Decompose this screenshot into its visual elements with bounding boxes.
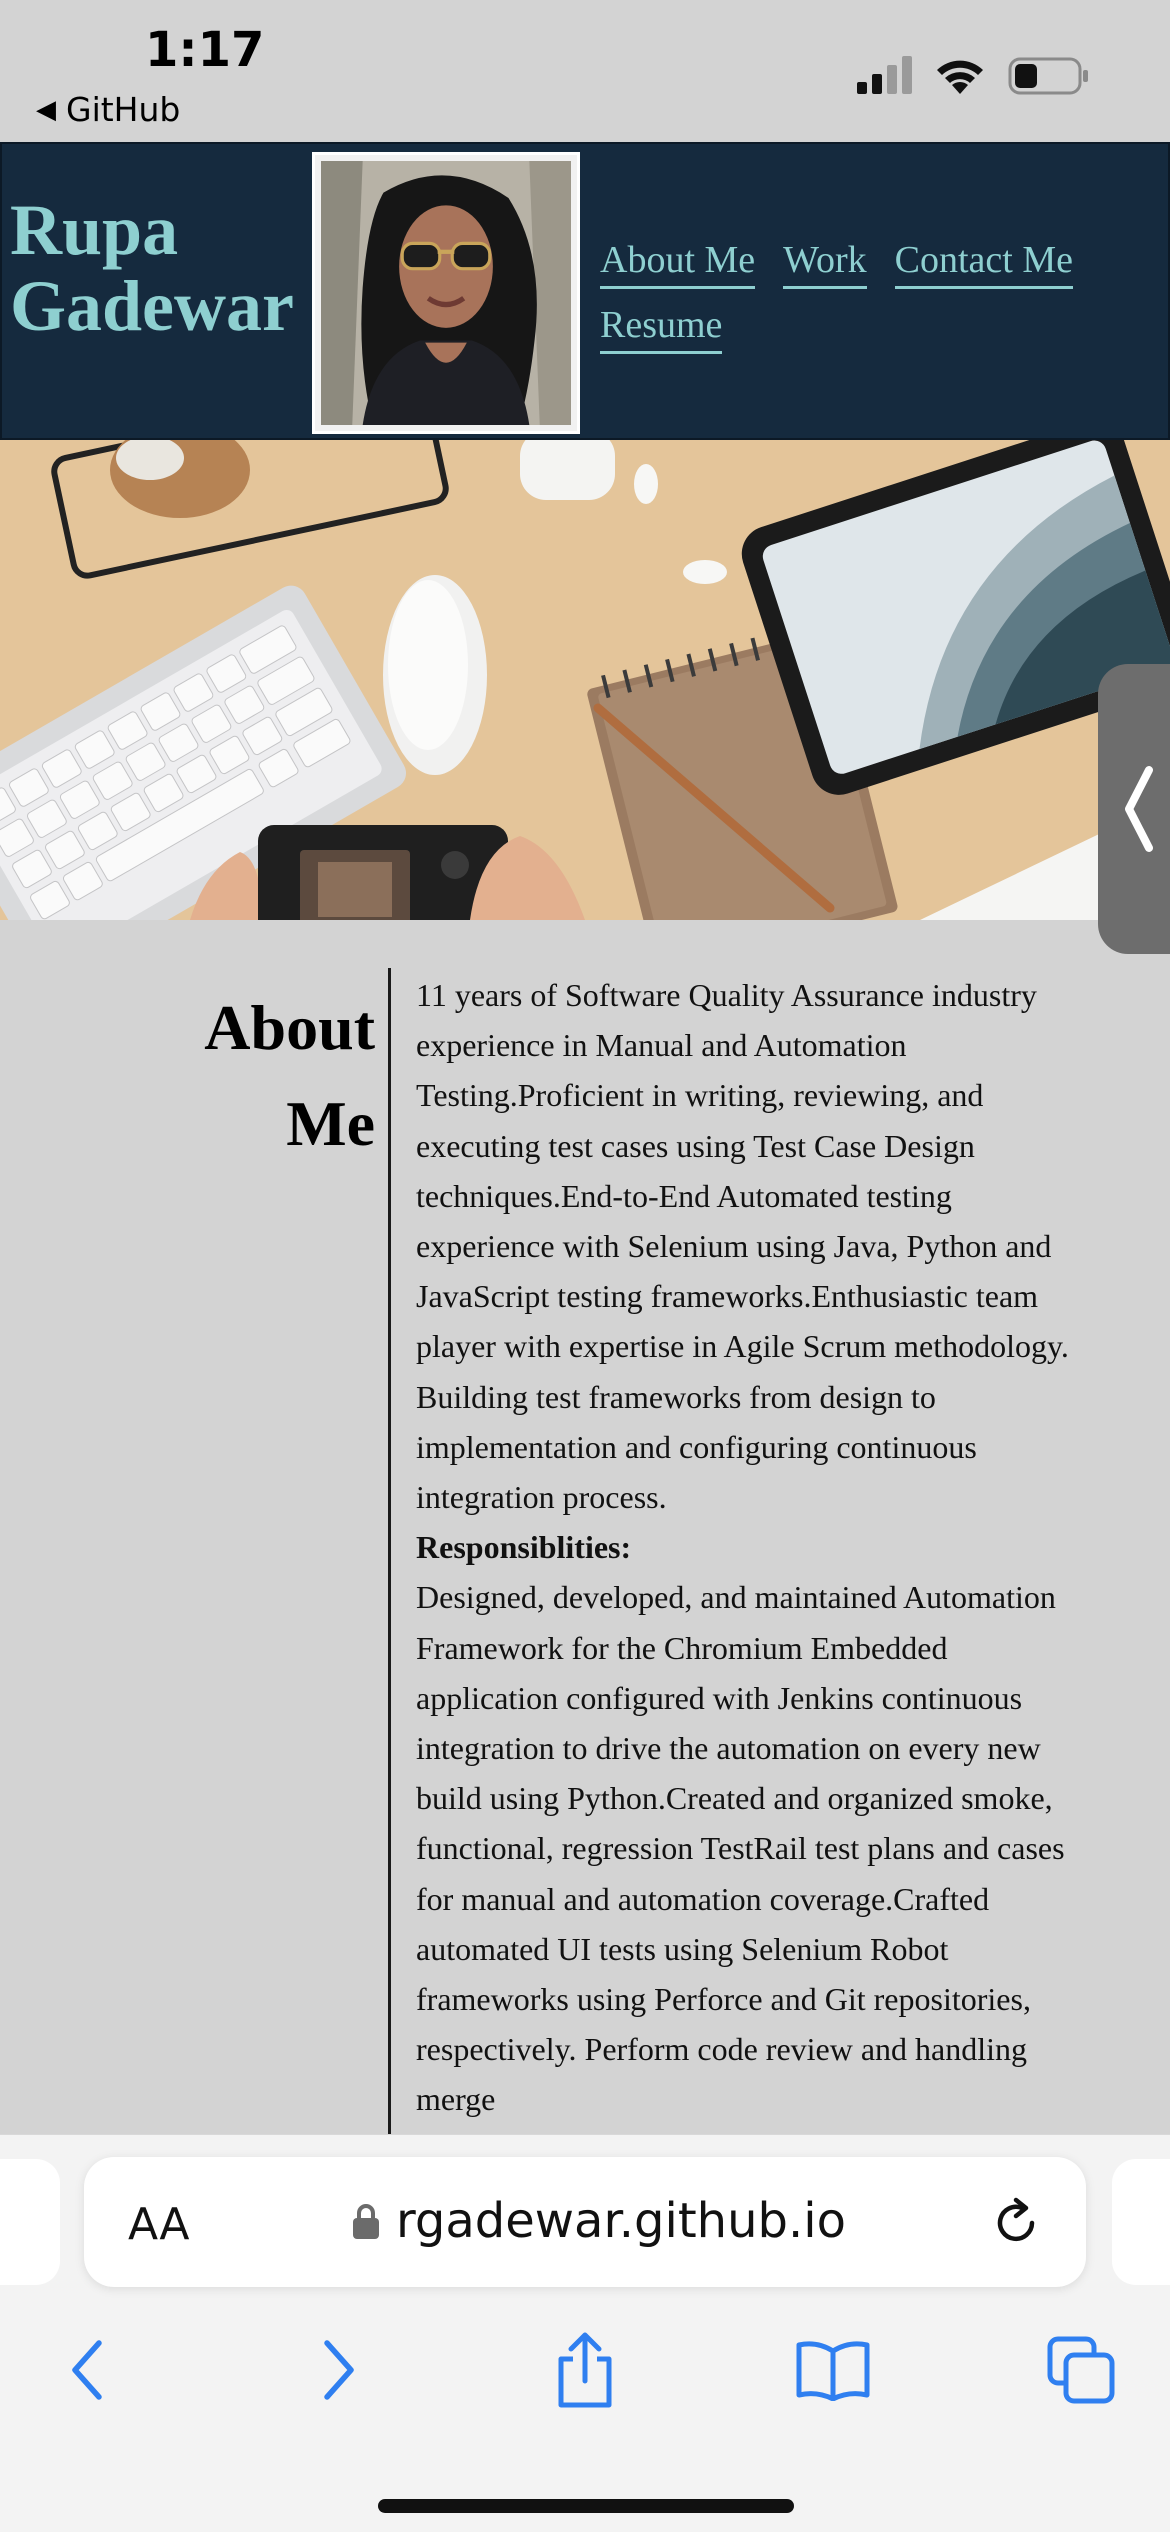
profile-photo: [312, 152, 580, 434]
back-app-label: GitHub: [66, 90, 181, 129]
back-arrow-icon: [72, 2340, 102, 2400]
nav-about-me[interactable]: About Me: [600, 236, 756, 289]
browser-toolbar: AA rgadewar.github.io: [0, 2134, 1170, 2532]
about-body: 11 years of Software Quality Assurance i…: [416, 970, 1084, 2125]
lock-icon: [353, 2204, 379, 2239]
site-title-last: Gadewar: [10, 266, 294, 346]
responsibilities-title: Responsiblities:: [416, 1529, 632, 1566]
back-to-app-link[interactable]: ◀ GitHub: [36, 90, 180, 129]
status-time: 1:17: [145, 22, 265, 78]
tabs-button[interactable]: [1036, 2315, 1126, 2425]
share-icon: [558, 2332, 612, 2408]
back-button[interactable]: [42, 2315, 132, 2425]
browser-nav-row: [0, 2315, 1170, 2425]
home-indicator: [378, 2499, 794, 2513]
back-triangle-icon: ◀: [36, 94, 56, 125]
nav-contact-me[interactable]: Contact Me: [894, 236, 1073, 289]
forward-button[interactable]: [294, 2315, 384, 2425]
hero-image: [0, 440, 1170, 920]
about-heading-line2: Me: [286, 1088, 375, 1159]
url-display[interactable]: rgadewar.github.io: [352, 2193, 846, 2249]
site-nav: About Me Work Contact Me Resume: [600, 236, 1120, 354]
battery-icon: [1008, 57, 1088, 95]
side-panel-toggle[interactable]: [1098, 664, 1170, 954]
tabs-icon: [1047, 2336, 1115, 2404]
status-bar: 1:17 ◀ GitHub: [0, 0, 1170, 142]
forward-arrow-icon: [324, 2340, 354, 2400]
cellular-signal-icon: [857, 56, 912, 94]
text-size-button[interactable]: AA: [128, 2199, 189, 2250]
reload-icon[interactable]: [988, 2195, 1044, 2251]
about-divider: [388, 968, 391, 2134]
address-bar[interactable]: AA rgadewar.github.io: [84, 2157, 1086, 2287]
about-heading-line1: About: [204, 992, 375, 1063]
share-button[interactable]: [540, 2315, 630, 2425]
next-tab-peek[interactable]: [1112, 2159, 1170, 2285]
about-summary: 11 years of Software Quality Assurance i…: [416, 977, 1069, 1516]
site-title: Rupa Gadewar: [10, 192, 294, 344]
site-header: Rupa Gadewar About Me Work Contact Me Re…: [0, 142, 1170, 440]
bookmarks-icon: [796, 2341, 870, 2401]
previous-tab-peek[interactable]: [0, 2159, 60, 2285]
about-heading: About Me: [150, 980, 375, 1172]
nav-resume[interactable]: Resume: [600, 301, 723, 354]
bookmarks-button[interactable]: [788, 2315, 878, 2425]
responsibilities-text: Designed, developed, and maintained Auto…: [416, 1579, 1065, 2118]
nav-work[interactable]: Work: [783, 236, 867, 289]
wifi-icon: [937, 60, 983, 94]
site-title-first: Rupa: [10, 190, 179, 270]
url-text: rgadewar.github.io: [396, 2193, 846, 2249]
chevron-left-icon: [1125, 766, 1153, 852]
